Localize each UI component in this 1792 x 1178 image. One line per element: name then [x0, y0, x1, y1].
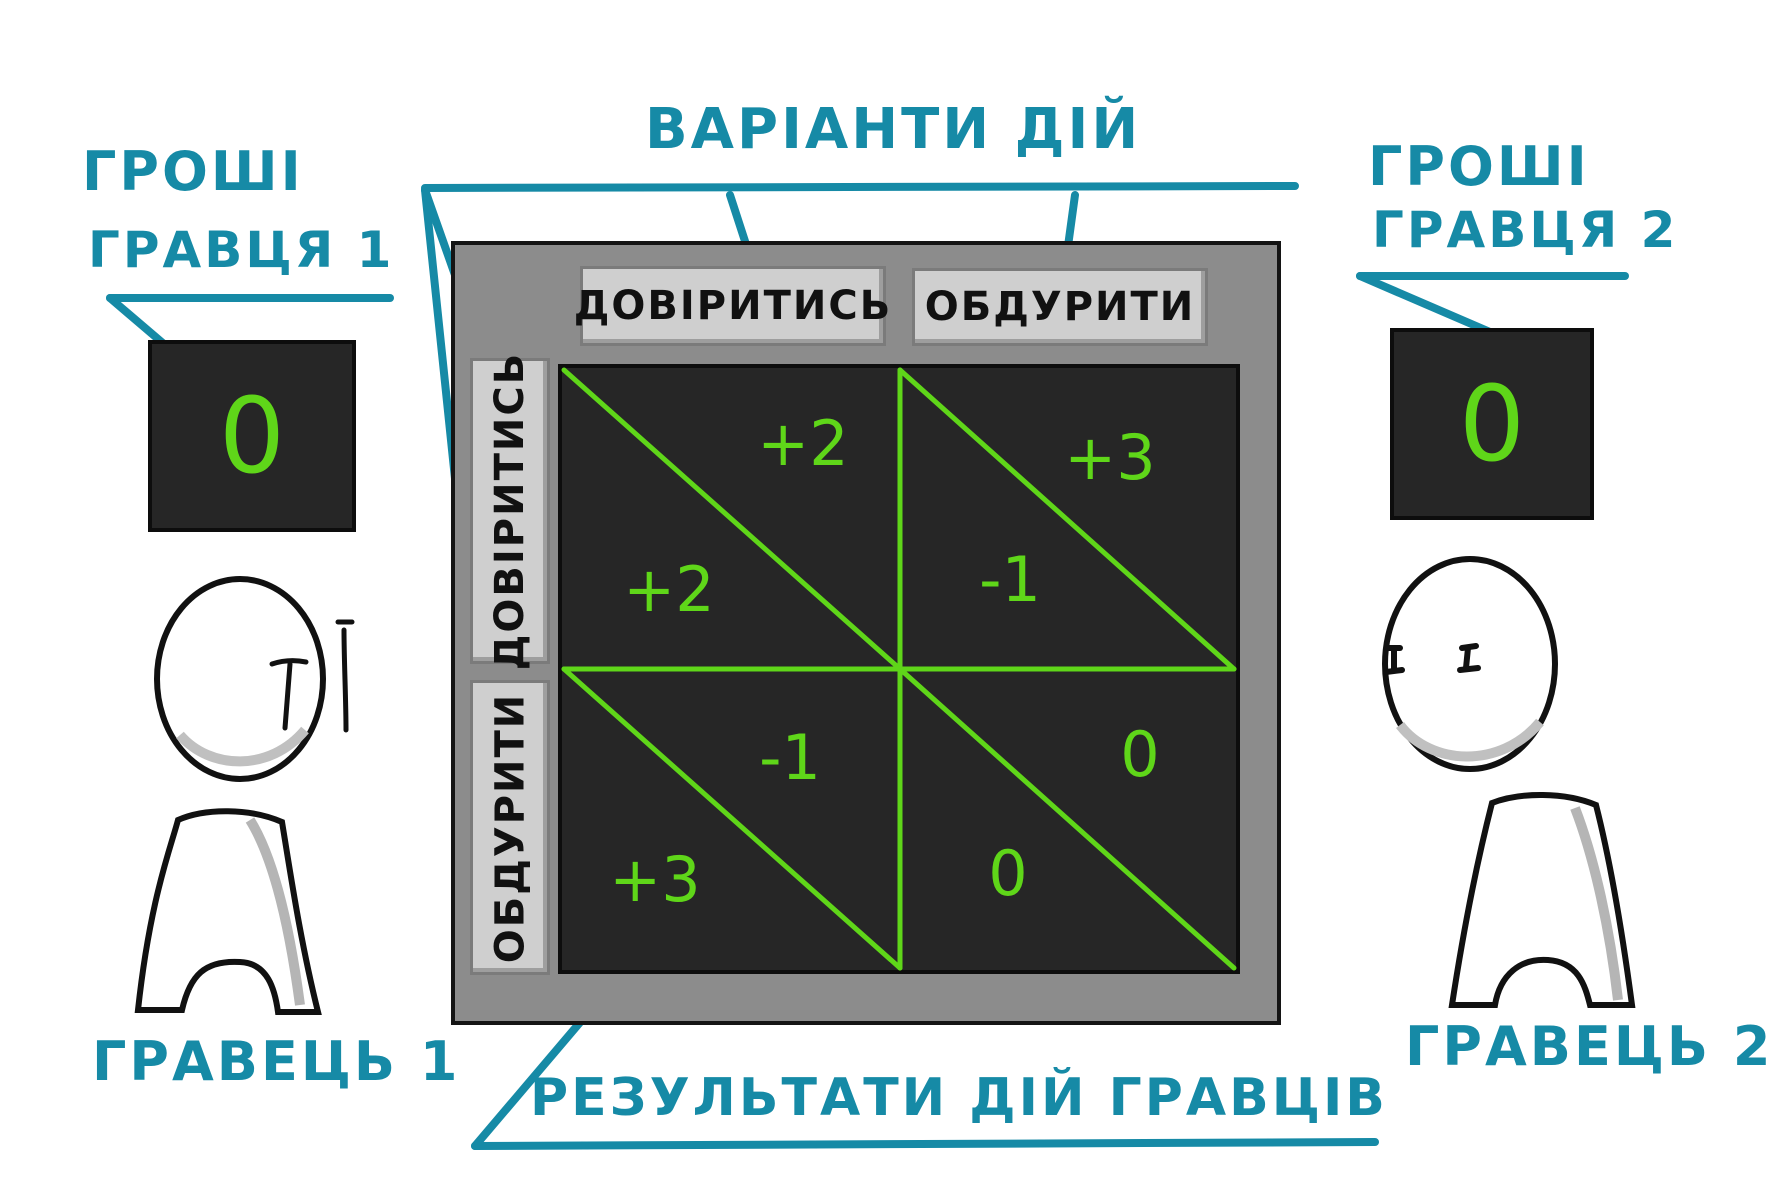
player1-body — [134, 808, 322, 1015]
player1-figure — [134, 576, 355, 1015]
player2-figure — [1382, 556, 1636, 1008]
characters-layer — [134, 556, 1636, 1015]
player1-head — [154, 576, 326, 782]
